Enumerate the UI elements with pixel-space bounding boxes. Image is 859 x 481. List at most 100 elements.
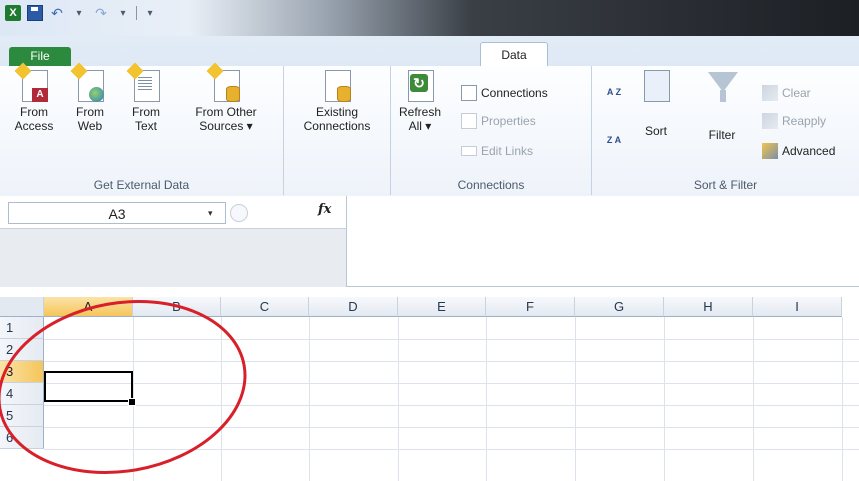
redo-icon[interactable]: ↷ (92, 4, 110, 22)
group-label-connections: Connections (457, 178, 525, 192)
clear-button[interactable]: Clear (762, 82, 811, 104)
existing-line1: Existing (315, 105, 359, 119)
column-header-h[interactable]: H (664, 297, 753, 317)
save-icon[interactable] (26, 4, 44, 22)
excel-logo-letter: X (5, 5, 21, 21)
formula-input[interactable] (348, 198, 856, 284)
grid-line (44, 405, 859, 406)
from-access-line1: From (20, 105, 48, 119)
from-web-button[interactable]: From Web (70, 62, 108, 133)
other-sources-icon (206, 62, 240, 102)
from-web-line2: Web (77, 119, 103, 133)
sort-button[interactable]: Sort (636, 68, 676, 138)
existing-connections-icon (323, 68, 351, 102)
tab-file[interactable]: File (9, 47, 71, 66)
refresh-all-button[interactable]: ↻ Refresh All ▾ (397, 68, 443, 133)
from-text-button[interactable]: From Text (126, 62, 164, 133)
column-header-e[interactable]: E (398, 297, 486, 317)
customize-toolbar-icon[interactable]: ▾ (141, 4, 159, 22)
from-access-button[interactable]: A From Access (14, 62, 54, 133)
existing-line2: Connections (303, 119, 371, 133)
reapply-label: Reapply (782, 114, 827, 128)
from-text-line2: Text (134, 119, 157, 133)
quick-access-toolbar: X ↶ ▾ ↷ ▾ ▾ (4, 4, 159, 22)
existing-connections-button[interactable]: Existing Connections (292, 68, 382, 133)
row-header-2[interactable]: 2 (0, 339, 44, 361)
column-header-i[interactable]: I (753, 297, 842, 317)
from-access-line2: Access (14, 119, 54, 133)
formula-bar-divider (346, 196, 347, 286)
fill-handle[interactable] (128, 398, 136, 406)
formula-bar-circle (230, 204, 248, 222)
sort-z-to-a-button[interactable]: Z A (606, 136, 622, 145)
excel-logo-icon[interactable]: X (4, 4, 22, 22)
formula-bar: A3 ▾ fx (0, 196, 859, 287)
filter-icon (708, 72, 738, 106)
column-header-g[interactable]: G (575, 297, 664, 317)
clear-filter-icon (762, 85, 778, 101)
toolbar-divider (136, 6, 137, 20)
connections-button[interactable]: Connections (461, 82, 548, 104)
sort-a-to-z-button[interactable]: A Z (606, 88, 622, 97)
properties-icon (461, 113, 477, 129)
from-text-line1: From (132, 105, 160, 119)
tab-data[interactable]: Data (480, 42, 548, 68)
refresh-glyph: ↻ (410, 74, 428, 92)
row-header-3[interactable]: 3 (0, 361, 44, 383)
active-cell-a3[interactable] (44, 371, 133, 402)
advanced-filter-icon (762, 143, 778, 159)
name-box-dropdown-icon[interactable]: ▾ (208, 208, 213, 219)
row-header-6[interactable]: 6 (0, 427, 44, 449)
access-icon: A (14, 62, 48, 102)
connections-label: Connections (481, 86, 548, 100)
grid-line (664, 317, 665, 481)
sort-label: Sort (644, 124, 667, 138)
filter-label: Filter (708, 128, 736, 142)
edit-links-button[interactable]: Edit Links (461, 140, 533, 162)
grid-line (753, 317, 754, 481)
advanced-button[interactable]: Advanced (762, 140, 835, 162)
filter-button[interactable]: Filter (700, 68, 744, 142)
ribbon-tabs: File Data (0, 36, 859, 68)
from-other-line1: From Other (195, 105, 257, 119)
row-header-4[interactable]: 4 (0, 383, 44, 405)
from-other-line2: Sources ▾ (199, 119, 253, 133)
row-header-1[interactable]: 1 (0, 317, 44, 339)
group-label-sort-filter: Sort & Filter (693, 178, 758, 192)
insert-function-icon[interactable]: fx (318, 202, 331, 217)
grid-line (842, 317, 843, 481)
column-header-a[interactable]: A (44, 297, 133, 317)
group-label-get-external-data: Get External Data (93, 178, 190, 192)
name-box[interactable]: A3 (8, 202, 226, 224)
undo-dropdown-icon[interactable]: ▾ (70, 4, 88, 22)
grid-line (44, 449, 859, 450)
clear-label: Clear (782, 86, 811, 100)
text-icon (126, 62, 160, 102)
select-all-corner[interactable] (0, 297, 44, 317)
refresh-line2: All ▾ (408, 119, 432, 133)
sort-za-icon: Z A (606, 135, 622, 145)
properties-label: Properties (481, 114, 536, 128)
ribbon-data: A From Access From Web From Text From Ot… (0, 62, 859, 197)
properties-button[interactable]: Properties (461, 110, 536, 132)
grid-line (44, 361, 859, 362)
worksheet-grid: A B C D E F G H I 1 2 3 4 5 6 (0, 287, 859, 481)
formula-bar-expanded-area (0, 228, 346, 287)
undo-icon[interactable]: ↶ (48, 4, 66, 22)
grid-line (575, 317, 576, 481)
column-header-f[interactable]: F (486, 297, 575, 317)
grid-line (221, 317, 222, 481)
reapply-button[interactable]: Reapply (762, 110, 826, 132)
column-header-d[interactable]: D (309, 297, 398, 317)
row-header-5[interactable]: 5 (0, 405, 44, 427)
redo-dropdown-icon[interactable]: ▾ (114, 4, 132, 22)
link-icon (461, 146, 477, 156)
from-other-sources-button[interactable]: From Other Sources ▾ (188, 62, 264, 133)
column-header-c[interactable]: C (221, 297, 309, 317)
grid-line (44, 383, 859, 384)
refresh-line1: Refresh (398, 105, 442, 119)
column-header-b[interactable]: B (133, 297, 221, 317)
reapply-icon (762, 113, 778, 129)
sort-az-icon: A Z (606, 87, 622, 97)
group-get-external-data: A From Access From Web From Text From Ot… (0, 62, 284, 195)
